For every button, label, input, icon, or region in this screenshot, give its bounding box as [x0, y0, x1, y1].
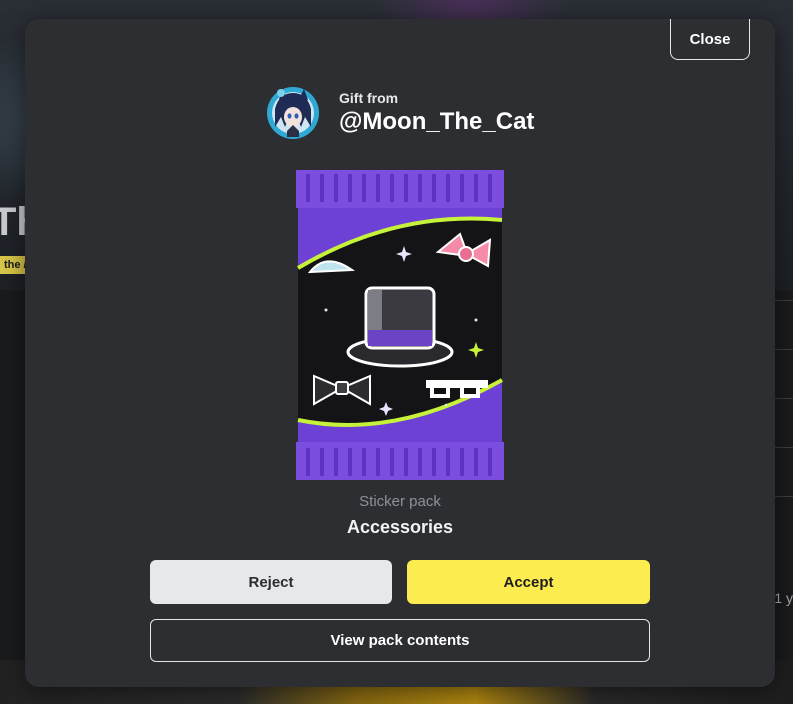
gift-modal: Close Gift from @Moon_The_Cat Sticker pa… — [25, 19, 775, 687]
reject-button[interactable]: Reject — [150, 560, 392, 604]
gift-sender: Gift from @Moon_The_Cat — [267, 87, 534, 139]
sticker-pack-image — [296, 170, 504, 480]
background-timestamp: 1 y — [774, 590, 793, 606]
sender-username[interactable]: @Moon_The_Cat — [339, 108, 534, 136]
gift-from-label: Gift from — [339, 90, 399, 106]
accept-button[interactable]: Accept — [407, 560, 650, 604]
avatar[interactable] — [267, 87, 319, 139]
close-button[interactable]: Close — [670, 19, 750, 60]
background-list-dividers — [773, 300, 793, 520]
pack-type-label: Sticker pack — [359, 493, 441, 510]
pack-name: Accessories — [346, 517, 454, 537]
view-pack-contents-button[interactable]: View pack contents — [150, 619, 650, 662]
